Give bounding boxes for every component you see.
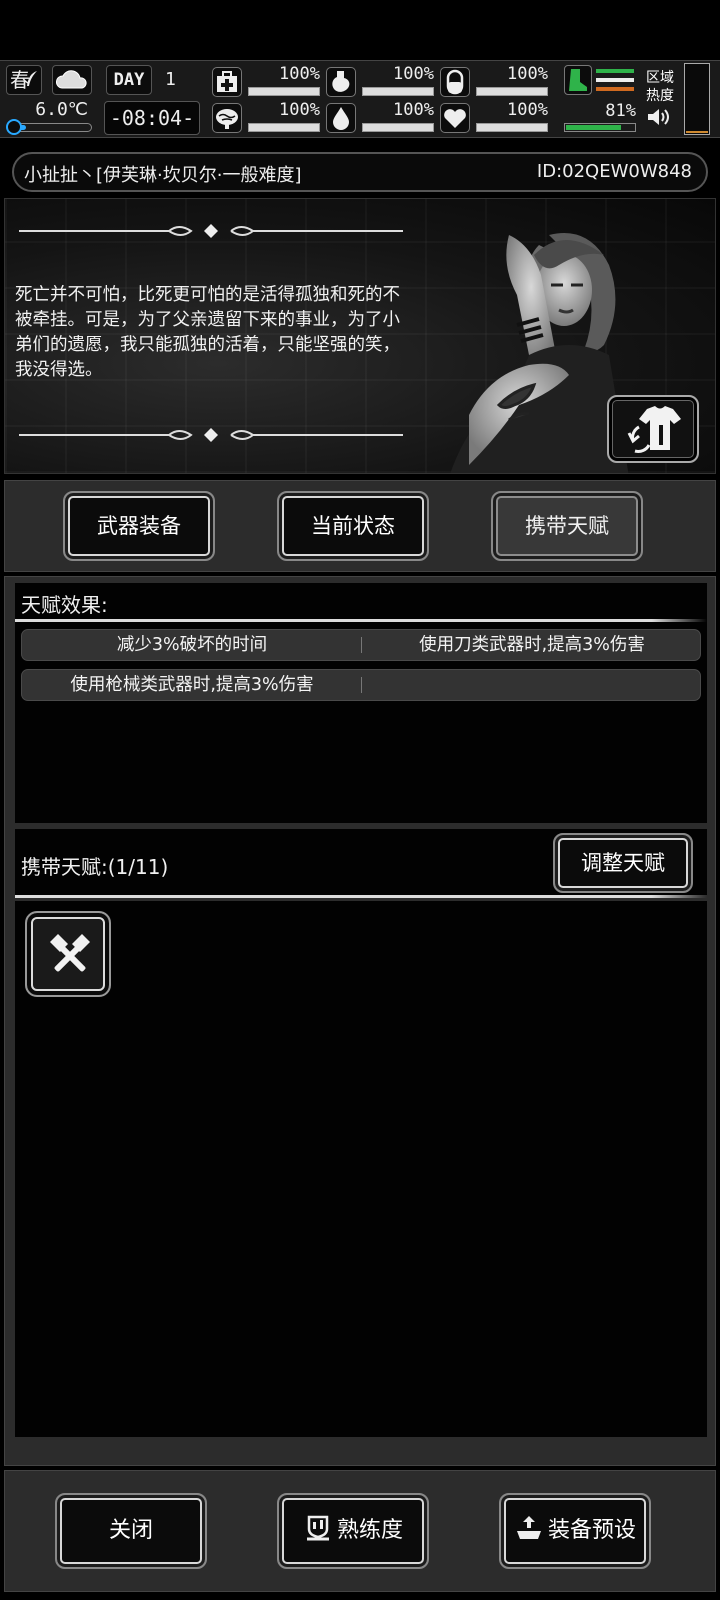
character-story-text: 死亡并不可怕，比死更可怕的是活得孤独和死的不被牵挂。可是，为了父亲遗留下来的事业… xyxy=(15,285,400,380)
stamina-stat[interactable]: 81% xyxy=(560,63,638,135)
divider xyxy=(15,895,707,898)
weather-cloud-icon[interactable] xyxy=(52,65,92,95)
zone-heat-label: 区域热度 xyxy=(646,70,674,104)
talent-panel: 天赋效果: 减少3%破坏的时间 使用刀类武器时,提高3%伤害 使用枪械类武器时,… xyxy=(4,576,716,1466)
effect-text: 使用刀类武器时,提高3%伤害 xyxy=(419,635,645,655)
tab-carried-talents[interactable]: 携带天赋 xyxy=(491,491,643,561)
bottom-action-bar: 关闭 熟练度 装备预设 xyxy=(4,1470,716,1592)
carried-talents-count: 携带天赋:(1/11) xyxy=(21,855,169,879)
hunger-value: 100% xyxy=(393,64,434,84)
player-id: ID:02QEW0W848 xyxy=(536,161,692,182)
hunger-bar xyxy=(362,87,434,96)
mood-bar xyxy=(476,123,548,132)
sanity-value: 100% xyxy=(279,100,320,120)
pill-icon xyxy=(440,67,470,97)
feather-icon xyxy=(27,71,37,86)
ornament-divider-top xyxy=(19,224,403,238)
speaker-icon[interactable] xyxy=(646,107,680,132)
medkit-icon xyxy=(212,67,242,97)
stamina-bar xyxy=(564,123,636,132)
effect-text xyxy=(362,670,702,700)
change-outfit-button[interactable] xyxy=(607,395,699,463)
crossed-hammers-icon xyxy=(50,934,90,972)
zone-heat-bar xyxy=(684,63,710,135)
carried-talents-header: 携带天赋:(1/11) 调整天赋 xyxy=(15,829,707,898)
effect-row: 使用枪械类武器时,提高3%伤害 xyxy=(21,669,701,701)
brain-icon xyxy=(212,103,242,133)
adjust-talents-button[interactable]: 调整天赋 xyxy=(553,833,693,893)
temperature-value: 6.0℃ xyxy=(35,99,88,120)
talent-effects-section: 天赋效果: 减少3%破坏的时间 使用刀类武器时,提高3%伤害 使用枪械类武器时,… xyxy=(15,583,707,823)
proficiency-button[interactable]: 熟练度 xyxy=(277,1493,429,1569)
thirst-value: 100% xyxy=(393,100,434,120)
equipment-preset-icon xyxy=(516,1516,541,1539)
character-name-bar: 小扯扯丶[伊芙琳·坎贝尔·一般难度] ID:02QEW0W848 xyxy=(12,152,708,192)
close-label: 关闭 xyxy=(108,1518,153,1543)
character-portrait-panel: 死亡并不可怕，比死更可怕的是活得孤独和死的不被牵挂。可是，为了父亲遗留下来的事业… xyxy=(4,198,716,474)
tab-bar: 武器装备 当前状态 携带天赋 xyxy=(4,480,716,572)
effect-text: 使用枪械类武器时,提高3%伤害 xyxy=(70,675,314,695)
trophy-icon xyxy=(306,1515,329,1541)
heart-icon xyxy=(440,103,470,133)
health-value: 100% xyxy=(279,64,320,84)
health-bar xyxy=(248,87,320,96)
equipment-preset-label: 装备预设 xyxy=(547,1518,636,1543)
health-stat[interactable]: 100% xyxy=(212,64,324,101)
tab-current-status[interactable]: 当前状态 xyxy=(277,491,429,561)
divider xyxy=(15,619,707,622)
medicine-bar xyxy=(476,87,548,96)
effect-row: 减少3%破坏的时间 使用刀类武器时,提高3%伤害 xyxy=(21,629,701,661)
tab-weapons-equipment[interactable]: 武器装备 xyxy=(63,491,215,561)
effect-text: 减少3%破坏的时间 xyxy=(116,635,268,655)
talent-slot[interactable] xyxy=(25,911,111,997)
water-drop-icon xyxy=(326,103,356,133)
game-clock: -08:04- xyxy=(104,101,200,135)
stamina-indicator-lines xyxy=(596,69,634,96)
equipment-preset-button[interactable]: 装备预设 xyxy=(499,1493,651,1569)
mood-value: 100% xyxy=(507,100,548,120)
sanity-stat[interactable]: 100% xyxy=(212,100,324,137)
medicine-value: 100% xyxy=(507,64,548,84)
day-number: 1 xyxy=(165,69,176,90)
season-indicator: 春 xyxy=(6,65,42,95)
medicine-stat[interactable]: 100% xyxy=(440,64,552,101)
thirst-bar xyxy=(362,123,434,132)
character-name: 小扯扯丶[伊芙琳·坎贝尔·一般难度] xyxy=(24,165,302,186)
talent-effects-title: 天赋效果: xyxy=(21,593,108,617)
ornament-divider-bottom xyxy=(19,428,403,442)
mood-stat[interactable]: 100% xyxy=(440,100,552,137)
day-label: DAY xyxy=(106,65,152,95)
status-hud: 春 6.0℃ DAY 1 -08:04- 100% 100% 100% 100%… xyxy=(0,60,720,138)
zone-heat[interactable]: 区域热度 xyxy=(646,69,680,132)
proficiency-label: 熟练度 xyxy=(336,1518,403,1543)
talent-effects-list: 减少3%破坏的时间 使用刀类武器时,提高3%伤害 使用枪械类武器时,提高3%伤害 xyxy=(21,629,701,709)
thirst-stat[interactable]: 100% xyxy=(326,100,438,137)
sanity-bar xyxy=(248,123,320,132)
boot-icon xyxy=(564,65,592,95)
outfit-swap-icon xyxy=(627,406,681,453)
thermometer-icon xyxy=(6,119,22,135)
hunger-stat[interactable]: 100% xyxy=(326,64,438,101)
stomach-icon xyxy=(326,67,356,97)
carried-talents-grid xyxy=(15,901,707,1437)
stamina-value: 81% xyxy=(605,101,636,121)
close-button[interactable]: 关闭 xyxy=(55,1493,207,1569)
temperature-gauge: 6.0℃ xyxy=(6,99,92,135)
